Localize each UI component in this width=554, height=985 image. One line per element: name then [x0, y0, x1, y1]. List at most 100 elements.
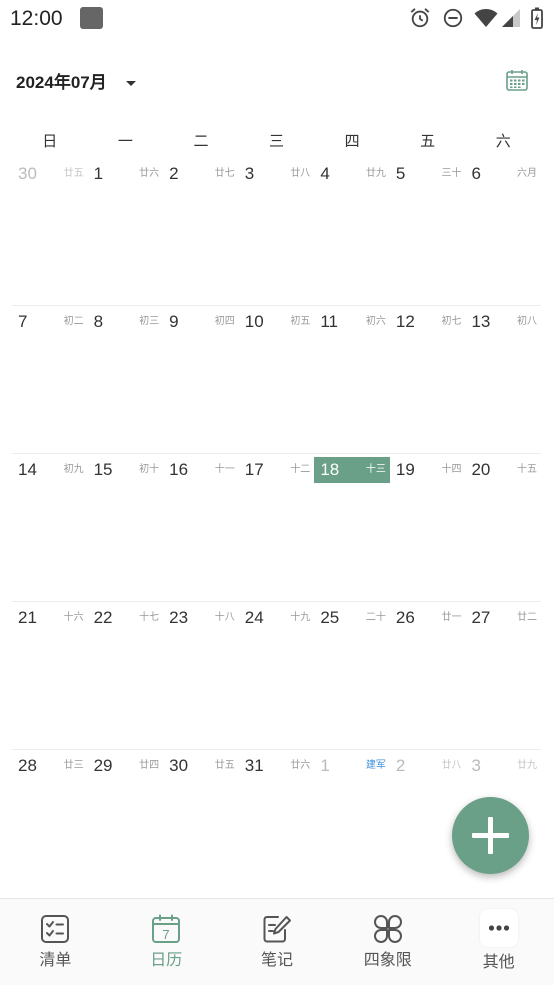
day-cell-header: 16 十一 [163, 457, 239, 483]
week-row: 7 初二 8 初三 9 初四 10 初五 11 初六 12 初七 13 初八 [12, 306, 541, 454]
calendar-view-icon[interactable] [505, 68, 529, 92]
day-number: 17 [244, 460, 264, 479]
day-cell[interactable]: 9 初四 [163, 306, 239, 453]
day-cell-header: 21 十六 [12, 605, 88, 631]
day-cell[interactable]: 24 十九 [239, 602, 315, 749]
day-number: 16 [169, 460, 189, 479]
lunar-date-label: 廿四 [139, 760, 160, 771]
nav-label: 日历 [150, 952, 183, 969]
day-cell-header: 7 初二 [12, 309, 88, 335]
day-cell[interactable]: 4 廿九 [314, 158, 390, 305]
bottom-nav: 清单 7 日历 笔记 四象限 其他 [0, 898, 554, 985]
four-quadrant-icon [373, 915, 402, 943]
day-cell-header: 31 廿六 [239, 753, 315, 779]
day-cell[interactable]: 30 廿五 [12, 158, 88, 305]
day-cell[interactable]: 28 廿三 [12, 750, 88, 898]
day-cell[interactable]: 11 初六 [314, 306, 390, 453]
app-notification-icon [80, 7, 103, 29]
lunar-date-label: 廿七 [214, 168, 235, 179]
calendar-app-screen: 12:00 2024年07月 日 一 二 三 四 五 六 30 廿五 1 廿六 … [0, 0, 554, 985]
day-cell[interactable]: 26 廿一 [390, 602, 466, 749]
day-cell[interactable]: 17 十二 [239, 454, 315, 601]
day-cell[interactable]: 30 廿五 [163, 750, 239, 898]
lunar-date-label: 十八 [214, 612, 235, 623]
day-number: 31 [244, 756, 264, 775]
day-number: 28 [18, 756, 37, 775]
lunar-date-label: 十四 [441, 464, 462, 475]
caret-down-icon[interactable] [126, 81, 136, 86]
day-cell-header: 6 六月 [465, 161, 541, 187]
day-cell-header: 10 初五 [239, 309, 315, 335]
day-cell[interactable]: 15 初十 [88, 454, 164, 601]
day-cell[interactable]: 3 廿八 [239, 158, 315, 305]
day-number: 4 [320, 164, 330, 183]
day-cell[interactable]: 16 十一 [163, 454, 239, 601]
day-cell-header: 3 廿八 [239, 161, 315, 187]
day-cell[interactable]: 23 十八 [163, 602, 239, 749]
day-cell-header: 23 十八 [163, 605, 239, 631]
day-cell[interactable]: 10 初五 [239, 306, 315, 453]
day-number: 8 [93, 312, 104, 331]
day-number: 18 [320, 460, 340, 479]
battery-charging-icon [531, 7, 543, 29]
lunar-date-label: 十二 [290, 464, 311, 475]
lunar-date-label: 初六 [365, 316, 386, 327]
lunar-date-label: 十七 [139, 612, 160, 623]
nav-item-four-quadrant[interactable]: 四象限 [332, 899, 443, 985]
day-number: 30 [169, 756, 189, 775]
day-cell-header: 17 十二 [239, 457, 315, 483]
nav-item-checklist[interactable]: 清单 [0, 899, 111, 985]
day-cell-header: 2 廿七 [163, 161, 239, 187]
day-cell[interactable]: 29 廿四 [88, 750, 164, 898]
month-selector[interactable]: 2024年07月 [16, 72, 107, 94]
signal-icon [502, 9, 520, 27]
day-cell[interactable]: 14 初九 [12, 454, 88, 601]
day-cell[interactable]: 7 初二 [12, 306, 88, 453]
day-number: 27 [471, 608, 491, 627]
day-cell[interactable]: 5 三十 [390, 158, 466, 305]
day-cell[interactable]: 6 六月 [465, 158, 541, 305]
day-cell-today[interactable]: 18 十三 [314, 454, 390, 601]
lunar-date-label: 初四 [214, 316, 235, 327]
lunar-date-label: 十五 [517, 464, 538, 475]
day-number: 1 [93, 164, 104, 183]
nav-item-calendar[interactable]: 7 日历 [111, 899, 222, 985]
day-cell[interactable]: 22 十七 [88, 602, 164, 749]
day-number: 30 [18, 164, 37, 183]
day-cell[interactable]: 13 初八 [465, 306, 541, 453]
day-cell[interactable]: 27 廿二 [465, 602, 541, 749]
day-cell[interactable]: 20 十五 [465, 454, 541, 601]
day-number: 25 [320, 608, 340, 627]
day-cell[interactable]: 12 初七 [390, 306, 466, 453]
weekday-header: 日 一 二 三 四 五 六 [12, 131, 541, 153]
day-cell-header: 12 初七 [390, 309, 466, 335]
day-cell[interactable]: 1 廿六 [88, 158, 164, 305]
note-edit-icon [263, 916, 291, 943]
lunar-date-label: 初十 [139, 464, 160, 475]
weekday-label: 三 [269, 133, 285, 150]
lunar-date-label: 六月 [517, 168, 538, 179]
lunar-date-label: 初九 [63, 464, 84, 475]
nav-label: 其他 [482, 954, 515, 971]
calendar-icon: 7 [152, 914, 181, 943]
weekday-label: 一 [117, 133, 133, 150]
day-cell[interactable]: 25 二十 [314, 602, 390, 749]
lunar-date-label: 廿一 [441, 612, 462, 623]
day-number: 10 [244, 312, 264, 331]
add-event-button[interactable] [452, 797, 529, 874]
day-number: 29 [93, 756, 113, 775]
nav-item-more[interactable]: 其他 [443, 899, 554, 985]
day-cell-header: 13 初八 [465, 309, 541, 335]
day-cell-header: 4 廿九 [314, 161, 390, 187]
day-cell[interactable]: 8 初三 [88, 306, 164, 453]
day-cell[interactable]: 21 十六 [12, 602, 88, 749]
checklist-icon [41, 915, 70, 943]
nav-item-notes[interactable]: 笔记 [222, 899, 333, 985]
lunar-date-label: 二十 [365, 612, 386, 623]
day-cell[interactable]: 2 廿七 [163, 158, 239, 305]
day-cell[interactable]: 1 建军 [314, 750, 390, 898]
day-number: 13 [471, 312, 491, 331]
day-cell[interactable]: 31 廿六 [239, 750, 315, 898]
day-cell[interactable]: 19 十四 [390, 454, 466, 601]
lunar-date-label: 十九 [290, 612, 311, 623]
